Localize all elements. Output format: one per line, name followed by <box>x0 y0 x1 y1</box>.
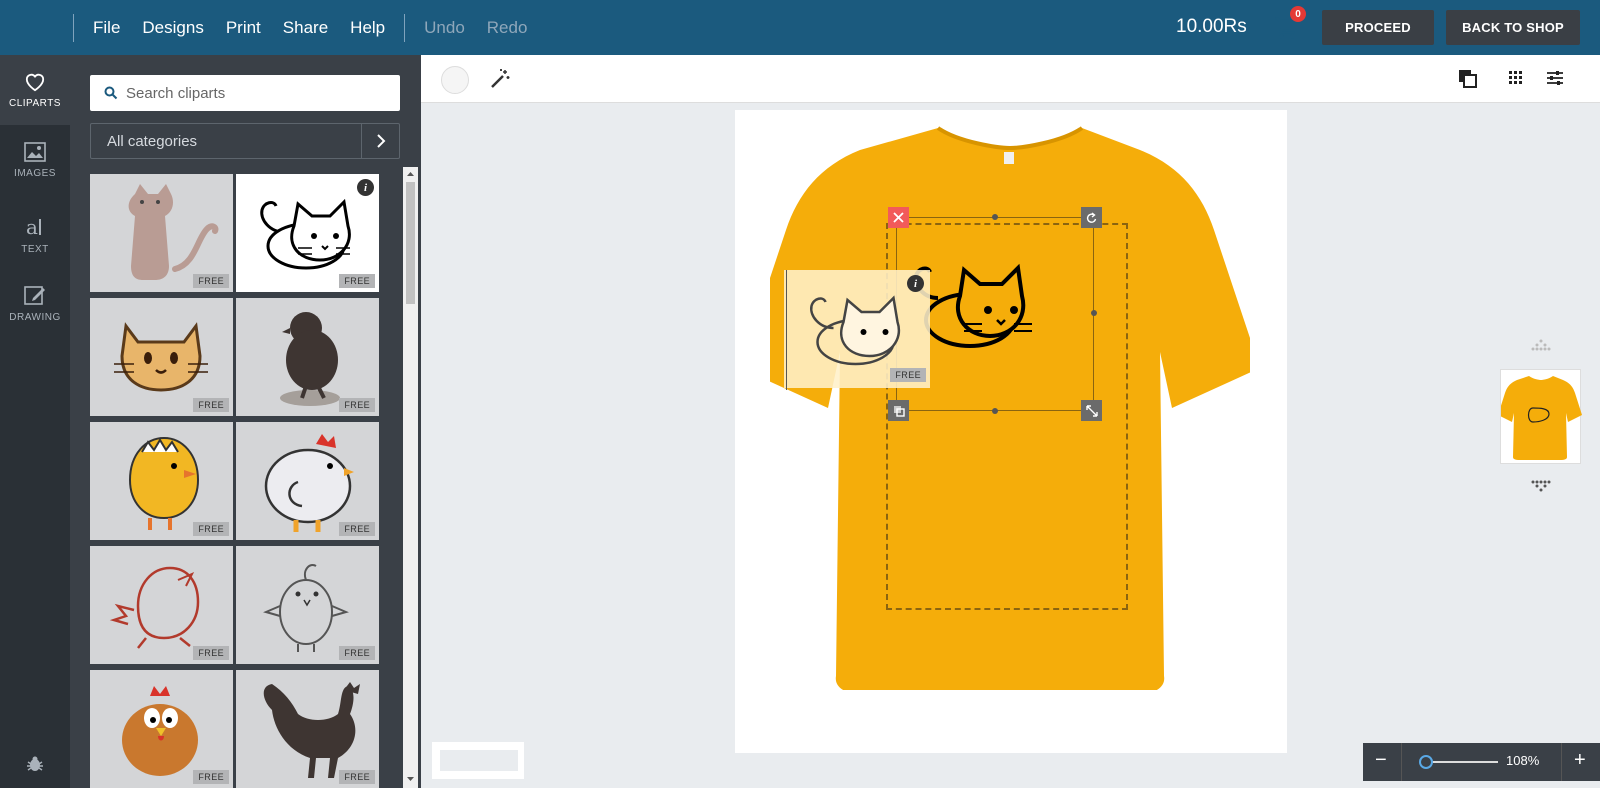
free-badge: FREE <box>193 274 229 288</box>
free-badge: FREE <box>193 398 229 412</box>
duplicate-handle-icon[interactable] <box>888 400 909 421</box>
menu-file[interactable]: File <box>82 18 131 38</box>
handle-dot[interactable] <box>992 214 998 220</box>
free-badge: FREE <box>339 274 375 288</box>
free-badge: FREE <box>339 398 375 412</box>
info-icon[interactable]: i <box>357 179 374 196</box>
nav-images-label: IMAGES <box>14 167 56 179</box>
category-value: All categories <box>107 132 198 150</box>
nav-images[interactable]: IMAGES <box>0 125 70 195</box>
text-icon: a <box>26 216 41 238</box>
settings-sliders-icon[interactable] <box>1546 69 1564 87</box>
clipart-tile[interactable]: FREE <box>236 422 379 540</box>
free-badge: FREE <box>193 770 229 784</box>
left-nav: CLIPARTS IMAGES a TEXT DRAWING <box>0 55 70 788</box>
delete-handle-icon[interactable] <box>888 207 909 228</box>
price-display: 10.00Rs <box>1176 16 1247 37</box>
redo-button[interactable]: Redo <box>476 18 539 38</box>
clipart-panel: Search cliparts All categories FREE i FR… <box>70 55 421 788</box>
nav-drawing-label: DRAWING <box>9 311 61 323</box>
clipart-tile[interactable]: FREE <box>236 546 379 664</box>
free-badge: FREE <box>339 646 375 660</box>
menu-print[interactable]: Print <box>215 18 272 38</box>
search-icon <box>104 86 118 100</box>
layers-icon[interactable] <box>1458 69 1478 89</box>
menu-share[interactable]: Share <box>272 18 339 38</box>
grid-icon[interactable] <box>1509 71 1523 85</box>
nav-text-label: TEXT <box>21 243 49 255</box>
free-badge: FREE <box>890 368 926 382</box>
clipart-tile[interactable]: FREE <box>90 298 233 416</box>
category-select[interactable]: All categories <box>90 123 400 159</box>
nav-cliparts-label: CLIPARTS <box>9 97 61 109</box>
free-badge: FREE <box>339 522 375 536</box>
image-icon <box>24 141 46 162</box>
clipart-tile[interactable]: FREE <box>90 670 233 788</box>
cart-count-badge: 0 <box>1290 6 1306 22</box>
drag-guide-line <box>786 270 787 390</box>
bug-icon[interactable] <box>26 755 44 773</box>
canvas-toolbar <box>421 55 1600 103</box>
menu-help[interactable]: Help <box>339 18 396 38</box>
zoom-control: − 108% + <box>1363 743 1600 781</box>
nav-cliparts[interactable]: CLIPARTS <box>0 55 70 125</box>
rotate-handle-icon[interactable] <box>1081 207 1102 228</box>
handle-dot[interactable] <box>992 408 998 414</box>
zoom-out-button[interactable]: − <box>1375 749 1387 772</box>
handle-dot[interactable] <box>1091 310 1097 316</box>
chevron-up-dots-icon[interactable] <box>1526 339 1556 353</box>
scrollbar-thumb[interactable] <box>406 182 415 304</box>
nav-drawing[interactable]: DRAWING <box>0 268 70 338</box>
info-icon[interactable]: i <box>907 275 924 292</box>
zoom-value: 108% <box>1506 753 1540 768</box>
chevron-down-dots-icon[interactable] <box>1526 480 1556 494</box>
cart-icon[interactable]: 0 <box>1274 6 1306 41</box>
chevron-right-icon[interactable] <box>361 124 399 158</box>
clipart-tile[interactable]: FREE <box>90 174 233 292</box>
free-badge: FREE <box>193 522 229 536</box>
clipart-tile[interactable]: FREE <box>236 298 379 416</box>
panel-scrollbar[interactable] <box>403 167 418 788</box>
clipart-tile-selected[interactable]: i FREE <box>236 174 379 292</box>
free-badge: FREE <box>339 770 375 784</box>
undo-button[interactable]: Undo <box>413 18 476 38</box>
resize-handle-icon[interactable] <box>1081 400 1102 421</box>
heart-icon <box>25 73 45 91</box>
divider <box>404 13 406 42</box>
color-picker[interactable] <box>441 66 469 94</box>
pencil-icon <box>24 285 45 305</box>
clipart-tile[interactable]: FREE <box>236 670 379 788</box>
clipart-tile[interactable]: FREE <box>90 422 233 540</box>
top-bar: File Designs Print Share Help Undo Redo … <box>0 0 1600 55</box>
menu-designs[interactable]: Designs <box>131 18 214 38</box>
magic-wand-icon[interactable] <box>489 68 511 90</box>
drag-preview: i FREE <box>784 270 930 388</box>
zoom-slider[interactable] <box>1423 761 1498 763</box>
nav-text[interactable]: a TEXT <box>0 200 70 270</box>
clipart-tile[interactable]: FREE <box>90 546 233 664</box>
divider <box>73 13 74 42</box>
bottom-status-box <box>432 742 524 779</box>
zoom-in-button[interactable]: + <box>1574 749 1586 772</box>
free-badge: FREE <box>193 646 229 660</box>
search-placeholder: Search cliparts <box>126 84 226 102</box>
search-input[interactable]: Search cliparts <box>90 75 400 111</box>
zoom-slider-thumb[interactable] <box>1419 755 1433 769</box>
proceed-button[interactable]: PROCEED <box>1322 10 1434 45</box>
front-view-thumbnail[interactable] <box>1498 369 1582 464</box>
placed-cat-clipart[interactable] <box>910 258 1070 368</box>
back-to-shop-button[interactable]: BACK TO SHOP <box>1446 10 1580 45</box>
svg-text:a: a <box>26 216 38 238</box>
